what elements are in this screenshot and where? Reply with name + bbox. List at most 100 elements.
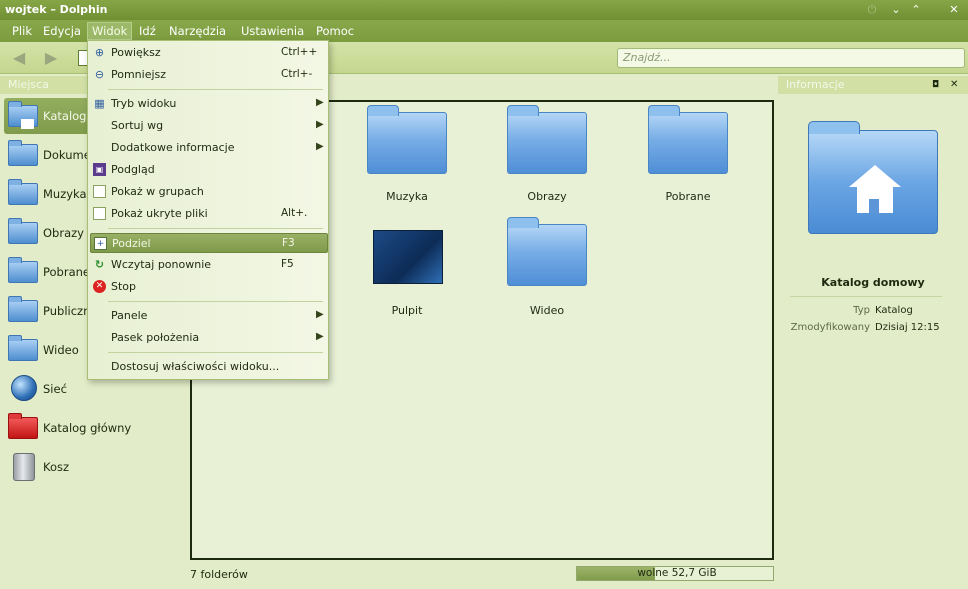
file-label: Wideo bbox=[529, 304, 565, 317]
back-icon[interactable]: ◀ bbox=[8, 49, 30, 67]
search-input[interactable]: Znajdź... bbox=[617, 48, 965, 68]
menu-widok[interactable]: Widok bbox=[87, 22, 133, 40]
menu-item-reload[interactable]: ↻ Wczytaj ponownie F5 bbox=[90, 255, 328, 275]
folder-icon bbox=[8, 140, 38, 166]
submenu-arrow-icon: ▶ bbox=[316, 119, 324, 130]
menu-idz[interactable]: Idź bbox=[135, 22, 160, 40]
home-folder-large-icon bbox=[808, 121, 938, 234]
place-kosz[interactable]: Kosz bbox=[4, 449, 190, 485]
folder-icon bbox=[367, 105, 447, 174]
info-name: Katalog domowy bbox=[821, 276, 925, 289]
menu-separator bbox=[108, 89, 323, 90]
place-label: Katalog bbox=[43, 109, 87, 123]
menu-item-show-in-groups[interactable]: Pokaż w grupach bbox=[90, 182, 328, 202]
stop-icon: ✕ bbox=[93, 280, 106, 293]
menu-separator bbox=[108, 228, 323, 229]
file-item-pulpit[interactable]: Pulpit bbox=[337, 230, 477, 330]
maximize-icon[interactable]: ⌃ bbox=[908, 2, 924, 18]
view-mode-icon: ▦ bbox=[94, 97, 105, 110]
menu-item-view-mode[interactable]: ▦ Tryb widoku ▶ bbox=[90, 94, 328, 114]
menu-item-panels[interactable]: Panele ▶ bbox=[90, 306, 328, 326]
menu-item-label: Pomniejsz bbox=[111, 68, 167, 81]
information-title: Informacje bbox=[786, 78, 845, 91]
file-item-wideo[interactable]: Wideo bbox=[477, 217, 617, 324]
place-label: Muzyka bbox=[43, 187, 87, 201]
file-item-obrazy[interactable]: Obrazy bbox=[477, 105, 617, 212]
minimize-icon[interactable]: ⌄ bbox=[888, 2, 904, 18]
menu-item-shortcut: Ctrl+- bbox=[281, 68, 313, 80]
menu-separator bbox=[108, 352, 323, 353]
menu-item-label: Stop bbox=[111, 280, 137, 293]
submenu-arrow-icon: ▶ bbox=[316, 97, 324, 108]
menu-item-label: Podgląd bbox=[111, 163, 155, 176]
menu-item-stop[interactable]: ✕ Stop bbox=[90, 277, 328, 297]
menu-item-label: Tryb widoku bbox=[111, 97, 177, 110]
close-panel-icon[interactable]: ✕ bbox=[950, 79, 958, 90]
submenu-arrow-icon: ▶ bbox=[316, 331, 324, 342]
submenu-arrow-icon: ▶ bbox=[316, 141, 324, 152]
capacity-text: wolne 52,7 GiB bbox=[637, 567, 717, 579]
zoom-in-icon: ⊕ bbox=[94, 46, 105, 59]
desktop-thumbnail-icon bbox=[373, 230, 443, 284]
split-view-icon: + bbox=[94, 237, 107, 250]
menu-item-shortcut: F5 bbox=[281, 258, 294, 270]
menu-item-zoom-in[interactable]: ⊕ Powiększ Ctrl++ bbox=[90, 43, 328, 63]
checkbox-icon bbox=[93, 207, 106, 220]
menu-item-show-hidden[interactable]: Pokaż ukryte pliki Alt+. bbox=[90, 204, 328, 224]
place-label: Katalog główny bbox=[43, 421, 132, 435]
info-divider bbox=[790, 296, 942, 297]
menu-item-shortcut: Alt+. bbox=[281, 207, 308, 219]
menu-item-split[interactable]: + Podziel F3 bbox=[90, 233, 328, 253]
menu-item-location-bar[interactable]: Pasek położenia ▶ bbox=[90, 328, 328, 348]
close-icon[interactable]: ✕ bbox=[946, 2, 962, 18]
place-label: Dokume bbox=[43, 148, 91, 162]
file-item-muzyka[interactable]: Muzyka bbox=[337, 105, 477, 212]
menu-item-label: Pasek położenia bbox=[111, 331, 200, 344]
folder-icon bbox=[648, 105, 728, 174]
folder-icon bbox=[507, 217, 587, 286]
menu-item-label: Podziel bbox=[112, 237, 151, 250]
menu-edycja[interactable]: Edycja bbox=[39, 22, 85, 40]
folder-icon bbox=[8, 218, 38, 244]
network-globe-icon bbox=[11, 375, 37, 401]
place-label: Obrazy bbox=[43, 226, 84, 240]
menu-item-preview[interactable]: ▣ Podgląd bbox=[90, 160, 328, 180]
menu-item-label: Powiększ bbox=[111, 46, 161, 59]
menu-ustawienia[interactable]: Ustawienia bbox=[237, 22, 308, 40]
menu-plik[interactable]: Plik bbox=[8, 22, 36, 40]
root-folder-icon bbox=[8, 413, 38, 439]
file-label: Pobrane bbox=[665, 190, 711, 203]
forward-icon[interactable]: ▶ bbox=[40, 49, 62, 67]
menu-item-additional-info[interactable]: Dodatkowe informacje ▶ bbox=[90, 138, 328, 158]
power-icon[interactable]: ⏻ bbox=[864, 2, 880, 18]
menu-separator bbox=[108, 301, 323, 302]
place-katalog-glowny[interactable]: Katalog główny bbox=[4, 410, 190, 446]
window-title: wojtek – Dolphin bbox=[5, 3, 108, 16]
info-modified-label: Zmodyfikowany bbox=[790, 322, 870, 333]
info-modified-value: Dzisiaj 12:15 bbox=[875, 322, 940, 333]
place-label: Kosz bbox=[43, 460, 70, 474]
menu-pomoc[interactable]: Pomoc bbox=[312, 22, 358, 40]
place-label: Pobrane bbox=[43, 265, 90, 279]
menu-item-label: Wczytaj ponownie bbox=[111, 258, 212, 271]
folder-icon bbox=[507, 105, 587, 174]
home-folder-icon bbox=[8, 101, 38, 129]
status-item-count: 7 folderów bbox=[190, 568, 248, 581]
widok-menu: ⊕ Powiększ Ctrl++ ⊖ Pomniejsz Ctrl+- ▦ T… bbox=[87, 40, 329, 380]
menu-item-label: Sortuj wg bbox=[111, 119, 164, 132]
detach-panel-icon[interactable]: ◘ bbox=[932, 80, 939, 90]
file-item-pobrane[interactable]: Pobrane bbox=[618, 105, 758, 212]
reload-icon: ↻ bbox=[94, 258, 105, 271]
place-label: Sieć bbox=[43, 382, 67, 396]
submenu-arrow-icon: ▶ bbox=[316, 309, 324, 320]
info-type-label: Typ bbox=[853, 305, 870, 316]
trash-icon bbox=[13, 453, 35, 481]
menu-bar: Plik Edycja Widok Idź Narzędzia Ustawien… bbox=[0, 20, 968, 42]
file-label: Pulpit bbox=[391, 304, 423, 317]
folder-icon bbox=[8, 179, 38, 205]
menu-item-sort-by[interactable]: Sortuj wg ▶ bbox=[90, 116, 328, 136]
menu-item-adjust-view[interactable]: Dostosuj właściwości widoku... bbox=[90, 357, 328, 377]
file-label: Obrazy bbox=[527, 190, 567, 203]
menu-narzedzia[interactable]: Narzędzia bbox=[165, 22, 230, 40]
menu-item-zoom-out[interactable]: ⊖ Pomniejsz Ctrl+- bbox=[90, 65, 328, 85]
